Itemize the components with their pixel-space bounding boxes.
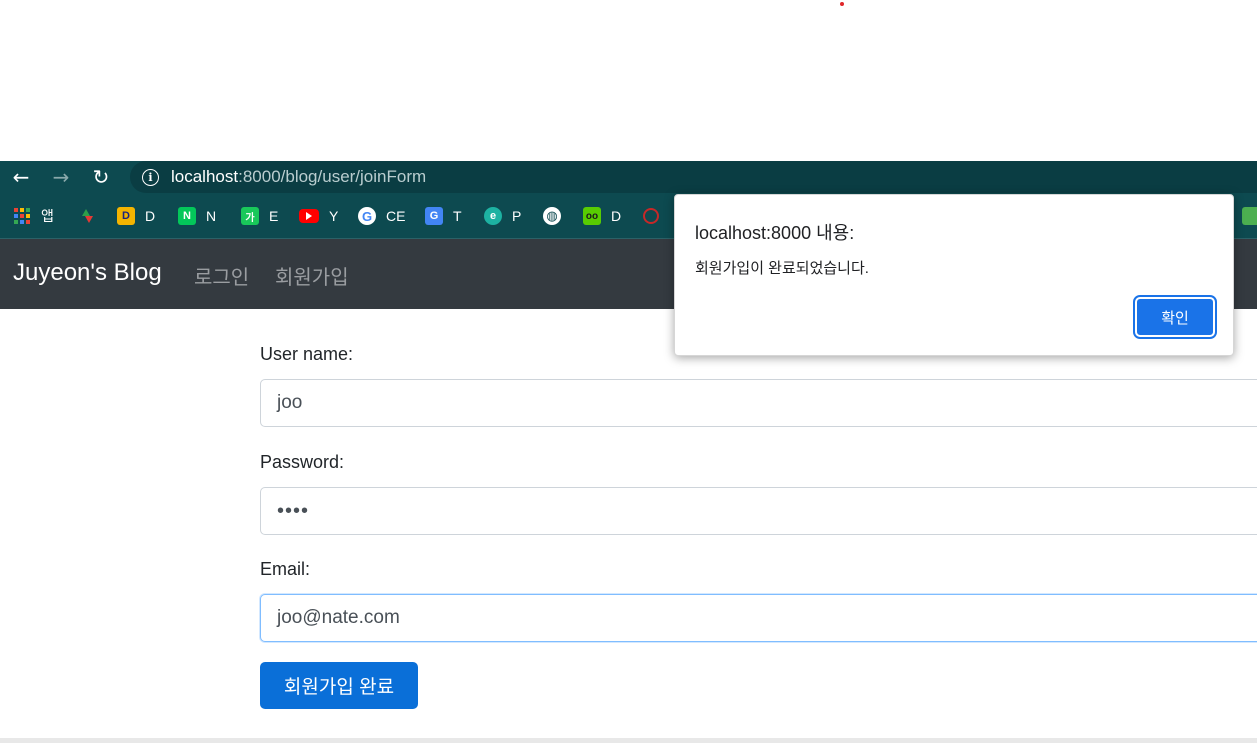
duolingo-icon: oo bbox=[583, 207, 601, 225]
green-apple-icon bbox=[1242, 207, 1257, 225]
bookmark-apple[interactable] bbox=[1242, 205, 1257, 227]
username-input[interactable]: joo bbox=[260, 379, 1257, 427]
email-label: Email: bbox=[260, 559, 311, 579]
globe-icon: ◍ bbox=[543, 207, 561, 225]
blog-brand[interactable]: Juyeon's Blog bbox=[13, 259, 162, 287]
stock-arrows-icon bbox=[78, 207, 96, 225]
bookmark-apps[interactable]: 앱 bbox=[13, 205, 54, 227]
email-input[interactable]: joo@nate.com bbox=[260, 594, 1257, 642]
bookmark-label: D bbox=[145, 208, 156, 224]
apps-grid-icon bbox=[13, 207, 31, 225]
youtube-icon bbox=[299, 209, 319, 223]
bookmark-naver[interactable]: N N bbox=[178, 205, 216, 227]
red-logo-icon bbox=[643, 208, 659, 224]
bookmark-globe[interactable]: ◍ bbox=[543, 205, 571, 227]
back-arrow-icon[interactable]: ← bbox=[6, 161, 36, 193]
url-path: :8000/blog/user/joinForm bbox=[238, 167, 427, 186]
alert-dialog: localhost:8000 내용: 회원가입이 완료되었습니다. 확인 bbox=[674, 194, 1234, 356]
password-label: Password: bbox=[260, 452, 345, 472]
bookmark-label: P bbox=[512, 208, 522, 224]
bookmark-stock[interactable] bbox=[78, 205, 106, 227]
bookmark-label: Y bbox=[329, 208, 339, 224]
bookmark-dict[interactable]: 가 E bbox=[241, 205, 278, 227]
username-value: joo bbox=[277, 392, 303, 413]
naver-icon: N bbox=[178, 207, 196, 225]
bookmark-google[interactable]: G CE bbox=[358, 205, 405, 227]
bookmark-duolingo[interactable]: oo D bbox=[583, 205, 621, 227]
edge-icon: e bbox=[484, 207, 502, 225]
korean-dict-icon: 가 bbox=[241, 207, 259, 225]
browser-address-bar: ← → ↻ i localhost:8000/blog/user/joinFor… bbox=[0, 161, 1257, 193]
email-value: joo@nate.com bbox=[277, 607, 400, 628]
bottom-scroll-strip bbox=[0, 738, 1257, 743]
username-label: User name: bbox=[260, 344, 354, 364]
google-icon: G bbox=[358, 207, 376, 225]
bookmark-d[interactable]: D D bbox=[117, 205, 155, 227]
bookmark-label: T bbox=[453, 208, 462, 224]
nav-join-link[interactable]: 회원가입 bbox=[275, 261, 349, 290]
page-top-blank bbox=[0, 0, 1257, 161]
info-icon[interactable]: i bbox=[142, 168, 159, 186]
translate-icon: G bbox=[425, 207, 443, 225]
bookmark-edge[interactable]: e P bbox=[484, 205, 521, 227]
dialog-title: localhost:8000 내용: bbox=[695, 223, 855, 243]
red-dot bbox=[840, 2, 844, 6]
forward-arrow-icon[interactable]: → bbox=[46, 161, 76, 193]
dialog-message: 회원가입이 완료되었습니다. bbox=[695, 260, 869, 277]
password-input[interactable]: •••• bbox=[260, 487, 1257, 535]
bookmark-label: CE bbox=[386, 208, 406, 224]
bookmark-label: 앱 bbox=[41, 208, 54, 224]
bookmark-label: D bbox=[611, 208, 622, 224]
url-field[interactable]: i localhost:8000/blog/user/joinForm bbox=[130, 161, 1257, 193]
d-logo-icon: D bbox=[117, 207, 135, 225]
reload-icon[interactable]: ↻ bbox=[86, 161, 116, 193]
bookmark-label: E bbox=[269, 208, 279, 224]
bookmark-translate[interactable]: G T bbox=[425, 205, 462, 227]
bookmark-youtube[interactable]: Y bbox=[299, 205, 338, 227]
url-host: localhost bbox=[171, 167, 239, 186]
nav-login-link[interactable]: 로그인 bbox=[194, 261, 249, 290]
url-text: localhost:8000/blog/user/joinForm bbox=[171, 167, 426, 187]
bookmark-red[interactable] bbox=[643, 205, 669, 227]
join-submit-button[interactable]: 회원가입 완료 bbox=[260, 662, 418, 709]
password-value: •••• bbox=[277, 499, 310, 522]
bookmark-label: N bbox=[206, 208, 217, 224]
dialog-ok-button[interactable]: 확인 bbox=[1133, 295, 1217, 339]
